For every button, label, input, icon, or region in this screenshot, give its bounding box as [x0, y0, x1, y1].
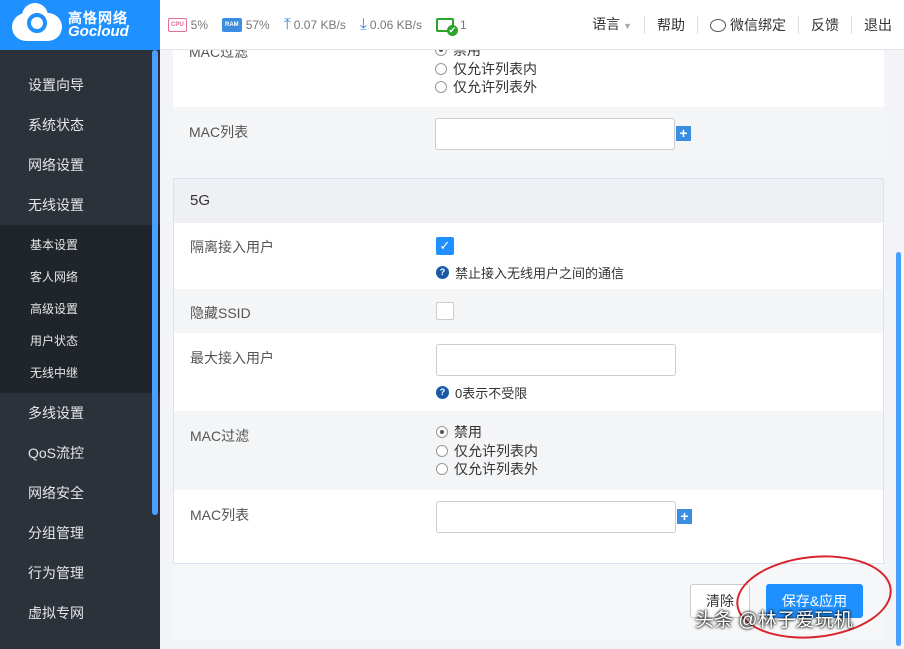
- watermark: 头条 @林子爱玩机: [695, 610, 853, 631]
- max-users-hint: ? 0表示不受限: [436, 383, 676, 402]
- mac-list-label-5g: MAC列表: [190, 507, 250, 523]
- submenu-item-advanced[interactable]: 高级设置: [0, 293, 160, 325]
- section-title-5g: 5G: [174, 179, 883, 223]
- monitor-check-icon: [435, 17, 458, 36]
- isolate-users-row: 隔离接入用户 ✓ ? 禁止接入无线用户之间的通信: [174, 223, 883, 289]
- cpu-stat: CPU 5%: [168, 17, 209, 32]
- upload-stat: ⤒ 0.07 KB/s: [284, 16, 346, 34]
- sidebar-item-vpn[interactable]: 虚拟专网: [0, 593, 160, 633]
- isolate-users-hint: ? 禁止接入无线用户之间的通信: [436, 263, 624, 282]
- device-stat[interactable]: 1: [435, 17, 467, 36]
- sidebar-item-behavior-management[interactable]: 行为管理: [0, 553, 160, 593]
- submenu-item-user-status[interactable]: 用户状态: [0, 325, 160, 357]
- add-mac-plus-icon[interactable]: +: [677, 509, 692, 524]
- download-stat: ⤓ 0.06 KB/s: [360, 16, 422, 34]
- ram-value: 57%: [245, 17, 270, 32]
- mac-filter-option-allow-in-24g[interactable]: 仅允许列表内: [435, 60, 537, 79]
- mac-filter-label-5g: MAC过滤: [190, 428, 250, 444]
- mac-filter-option-allow-out-24g[interactable]: 仅允许列表外: [435, 78, 537, 97]
- submenu-item-guest-network[interactable]: 客人网络: [0, 261, 160, 293]
- hide-ssid-row: 隐藏SSID: [174, 289, 883, 333]
- sidebar-item-wireless-settings[interactable]: 无线设置: [0, 185, 160, 225]
- isolate-users-label: 隔离接入用户: [190, 239, 274, 255]
- cloud-logo-icon: [12, 3, 62, 43]
- download-value: 0.06 KB/s: [369, 17, 422, 32]
- mac-filter-row-5g: MAC过滤 禁用 仅允许列表内 仅允许列表外: [174, 411, 883, 490]
- question-icon: ?: [436, 386, 449, 399]
- card-5g: 5G 隔离接入用户 ✓ ? 禁止接入无线用户之间的通信 隐藏SSID 最大接入用户…: [173, 178, 884, 564]
- mac-list-input-24g[interactable]: [435, 118, 675, 150]
- wechat-bind-link[interactable]: 微信绑定: [697, 15, 798, 34]
- device-count: 1: [459, 17, 467, 32]
- mac-filter-option-allow-in-5g[interactable]: 仅允许列表内: [436, 442, 538, 461]
- page-scrollbar[interactable]: [896, 252, 901, 646]
- mac-filter-label-24g: MAC过滤: [189, 50, 249, 60]
- radio-button[interactable]: [436, 426, 448, 439]
- cpu-value: 5%: [190, 17, 209, 32]
- main-content: MAC过滤 禁用 仅允许列表内 仅允许列表外 MAC列表 + 5G 隔离接入用户…: [160, 50, 904, 649]
- max-users-input[interactable]: [436, 344, 676, 376]
- mac-list-label-24g: MAC列表: [189, 124, 249, 140]
- mac-filter-option-allow-out-5g[interactable]: 仅允许列表外: [436, 460, 538, 479]
- question-icon: ?: [436, 266, 449, 279]
- feedback-link[interactable]: 反馈: [798, 15, 851, 34]
- ram-icon: RAM: [222, 17, 242, 32]
- caret-down-icon: ▼: [623, 20, 632, 31]
- radio-button[interactable]: [436, 444, 448, 457]
- radio-button[interactable]: [435, 50, 447, 57]
- sidebar-item-qos[interactable]: QoS流控: [0, 433, 160, 473]
- radio-button[interactable]: [435, 62, 447, 75]
- brand-name-en: Gocloud: [68, 23, 129, 40]
- sidebar-item-network-security[interactable]: 网络安全: [0, 473, 160, 513]
- mac-list-row-5g: MAC列表 +: [174, 490, 883, 562]
- mac-filter-row-24g: MAC过滤 禁用 仅允许列表内 仅允许列表外: [173, 50, 884, 107]
- sidebar: 高恪网络 Gocloud 设置向导 系统状态 网络设置 无线设置 基本设置 客人…: [0, 0, 160, 649]
- radio-button[interactable]: [435, 81, 447, 94]
- max-users-label: 最大接入用户: [190, 350, 274, 366]
- top-bar: CPU 5% RAM 57% ⤒ 0.07 KB/s ⤓ 0.06 KB/s 1…: [160, 0, 904, 50]
- mac-list-row-24g: MAC列表 +: [173, 107, 884, 160]
- ram-stat: RAM 57%: [222, 17, 270, 32]
- wechat-bind-label: 微信绑定: [730, 16, 786, 33]
- hide-ssid-checkbox[interactable]: [436, 302, 454, 320]
- language-label: 语言: [592, 15, 621, 32]
- wechat-icon: [710, 18, 726, 32]
- add-mac-plus-icon[interactable]: +: [676, 126, 691, 141]
- submenu-item-basic[interactable]: 基本设置: [0, 229, 160, 261]
- language-menu[interactable]: 语言 ▼: [580, 15, 644, 35]
- sidebar-item-network-settings[interactable]: 网络设置: [0, 145, 160, 185]
- submenu-item-wireless-relay[interactable]: 无线中继: [0, 357, 160, 389]
- download-arrow-icon: ⤓: [359, 15, 367, 33]
- sidebar-scrollbar[interactable]: [152, 50, 158, 515]
- mac-filter-option-disabled-5g[interactable]: 禁用: [436, 423, 538, 442]
- mac-list-input-5g[interactable]: [436, 501, 676, 533]
- sidebar-item-multiline[interactable]: 多线设置: [0, 393, 160, 433]
- logout-link[interactable]: 退出: [851, 15, 904, 34]
- radio-button[interactable]: [436, 463, 448, 476]
- help-link[interactable]: 帮助: [644, 15, 697, 34]
- upload-value: 0.07 KB/s: [293, 17, 346, 32]
- cpu-icon: CPU: [168, 17, 187, 32]
- card-24g: MAC过滤 禁用 仅允许列表内 仅允许列表外 MAC列表 +: [173, 50, 884, 160]
- brand-logo[interactable]: 高恪网络 Gocloud: [0, 0, 160, 50]
- sidebar-item-group-management[interactable]: 分组管理: [0, 513, 160, 553]
- isolate-users-checkbox[interactable]: ✓: [436, 237, 454, 255]
- hide-ssid-label: 隐藏SSID: [190, 305, 251, 321]
- max-users-row: 最大接入用户 ? 0表示不受限: [174, 333, 883, 411]
- sidebar-item-system-status[interactable]: 系统状态: [0, 105, 160, 145]
- upload-arrow-icon: ⤒: [283, 15, 291, 33]
- sidebar-item-setup-wizard[interactable]: 设置向导: [0, 65, 160, 105]
